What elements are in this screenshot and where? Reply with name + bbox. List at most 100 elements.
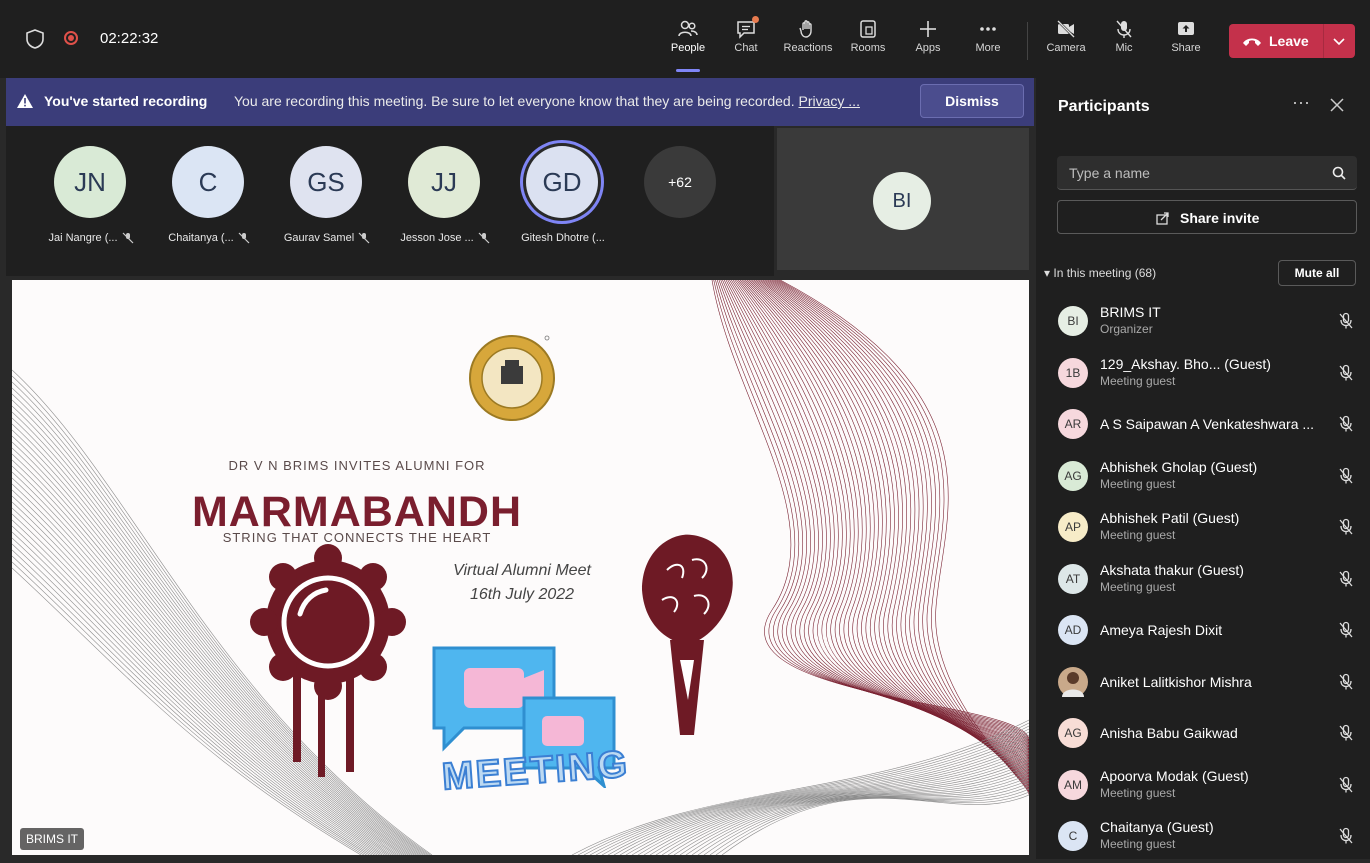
tile-name-text: Gaurav Samel xyxy=(283,232,355,244)
phone-hangup-icon xyxy=(1243,38,1261,46)
top-toolbar: 02:22:32 People Chat Reactions Rooms App… xyxy=(0,0,1370,78)
rooms-icon xyxy=(860,20,876,38)
participant-name: Apoorva Modak (Guest) xyxy=(1100,767,1249,784)
participant-row[interactable]: AM Apoorva Modak (Guest) Meeting guest xyxy=(1036,760,1370,812)
camera-label: Camera xyxy=(1046,42,1086,54)
search-placeholder: Type a name xyxy=(1069,165,1150,181)
leave-button[interactable]: Leave xyxy=(1229,24,1355,58)
participant-tile[interactable]: GS Gaurav Samel xyxy=(268,126,386,276)
wave-line xyxy=(766,280,1029,784)
reactions-button[interactable]: Reactions xyxy=(782,12,834,70)
people-button[interactable]: People xyxy=(662,12,714,72)
more-button[interactable]: More xyxy=(962,12,1014,70)
avatar: AT xyxy=(1058,563,1088,594)
meeting-timer: 02:22:32 xyxy=(100,30,159,47)
wave-line xyxy=(643,755,1029,855)
participant-row[interactable]: AG Anisha Babu Gaikwad xyxy=(1036,708,1370,760)
warning-icon xyxy=(17,94,33,108)
banner-title: You've started recording xyxy=(44,93,208,109)
rooms-button[interactable]: Rooms xyxy=(842,12,894,70)
recording-indicator-icon xyxy=(64,31,78,45)
caret-down-icon: ▾ xyxy=(1044,266,1054,280)
chat-notification-dot xyxy=(752,16,759,23)
participant-name: Abhishek Patil (Guest) xyxy=(1100,510,1240,526)
apps-label: Apps xyxy=(915,42,941,54)
avatar: BI xyxy=(1058,306,1088,336)
participant-name: Abhishek Gholap (Guest) xyxy=(1100,458,1258,475)
mic-off-icon xyxy=(1338,364,1354,387)
participant-tile[interactable]: JN Jai Nangre (... xyxy=(32,126,150,276)
mute-all-button[interactable]: Mute all xyxy=(1278,260,1356,286)
participant-name: Aniket Lalitkishor Mishra xyxy=(1100,673,1252,690)
avatar: JJ xyxy=(408,146,480,218)
avatar: JN xyxy=(54,146,126,218)
more-label: More xyxy=(975,42,1001,54)
participant-name: Ameya Rajesh Dixit xyxy=(1100,622,1223,638)
participant-row[interactable]: BI BRIMS IT Organizer xyxy=(1036,296,1370,348)
camera-button[interactable]: Camera xyxy=(1040,12,1092,70)
participant-tile[interactable]: C Chaitanya (... xyxy=(150,126,268,276)
participant-row[interactable]: AR A S Saipawan A Venkateshwara ... xyxy=(1036,399,1370,451)
participant-row[interactable]: AT Akshata thakur (Guest) Meeting guest xyxy=(1036,554,1370,606)
camera-off-icon xyxy=(1057,20,1075,38)
participant-row[interactable]: 1B 129_Akshay. Bho... (Guest) Meeting gues… xyxy=(1036,348,1370,400)
mic-off-icon xyxy=(1338,621,1354,644)
presenter-video-tile[interactable]: BI xyxy=(777,128,1029,270)
participant-row[interactable]: AP Abhishek Patil (Guest) Meeting guest xyxy=(1036,502,1370,554)
avatar: C xyxy=(172,146,244,218)
tile-name: Jai Nangre (... xyxy=(32,232,150,244)
event-type: Virtual Alumni Meet xyxy=(453,562,591,579)
participant-tile[interactable]: JJ Jesson Jose ... xyxy=(386,126,504,276)
mic-off-icon xyxy=(1116,20,1132,38)
more-count: +62 xyxy=(644,146,716,218)
leave-divider xyxy=(1323,24,1324,58)
search-icon xyxy=(1332,166,1346,180)
share-button[interactable]: Share xyxy=(1160,12,1212,70)
tile-name: Jesson Jose ... xyxy=(386,232,504,244)
privacy-link[interactable]: Privacy ... xyxy=(799,93,860,109)
chat-button[interactable]: Chat xyxy=(720,12,772,70)
participant-role: Meeting guest xyxy=(1100,476,1176,491)
event-date: 16th July 2022 xyxy=(469,586,575,603)
panel-more-icon[interactable]: ··· xyxy=(1292,92,1310,113)
in-meeting-section-toggle[interactable]: ▾ In this meeting (68) xyxy=(1044,266,1156,280)
share-arrow-icon xyxy=(1156,212,1169,225)
chat-label: Chat xyxy=(734,42,758,54)
participant-row[interactable]: AD Ameya Rajesh Dixit xyxy=(1036,605,1370,657)
wave-line xyxy=(713,280,1029,742)
participant-name: BRIMS IT xyxy=(1100,304,1161,320)
participant-role: Meeting guest xyxy=(1100,373,1176,388)
dismiss-button[interactable]: Dismiss xyxy=(920,84,1024,118)
college-logo xyxy=(469,335,555,421)
plus-icon xyxy=(920,21,936,37)
wave-line xyxy=(729,280,1029,755)
participant-row[interactable]: C Chaitanya (Guest) Meeting guest xyxy=(1036,811,1370,863)
avatar: AM xyxy=(1058,769,1088,800)
rooms-label: Rooms xyxy=(850,42,886,54)
avatar: AR xyxy=(1058,409,1088,439)
participant-row[interactable]: Aniket Lalitkishor Mishra xyxy=(1036,657,1370,709)
chevron-down-icon[interactable] xyxy=(1331,33,1347,49)
more-participants-tile[interactable]: +62 xyxy=(622,126,740,276)
avatar: C xyxy=(1058,821,1088,851)
mic-off-icon xyxy=(1338,570,1354,593)
close-icon[interactable] xyxy=(1330,98,1344,112)
participant-name: Akshata thakur (Guest) xyxy=(1100,561,1244,578)
participant-tile[interactable]: GD Gitesh Dhotre (... xyxy=(504,126,622,276)
participant-list: BI BRIMS IT Organizer 1B 129_Akshay. Bho... … xyxy=(1036,296,1370,863)
share-invite-button[interactable]: Share invite xyxy=(1057,200,1357,234)
mic-off-icon xyxy=(358,232,370,244)
participant-role: Meeting guest xyxy=(1100,785,1176,800)
tile-name-text: Chaitanya (... xyxy=(168,232,234,244)
apps-button[interactable]: Apps xyxy=(902,12,954,70)
shield-icon[interactable] xyxy=(24,28,46,50)
wave-line xyxy=(762,280,1029,781)
mic-off-icon xyxy=(238,232,250,244)
reactions-label: Reactions xyxy=(783,42,833,54)
presenter-name-tag: BRIMS IT xyxy=(20,828,85,850)
mic-button[interactable]: Mic xyxy=(1098,12,1150,70)
more-icon xyxy=(980,27,996,31)
shared-screen: DR V N BRIMS INVITES ALUMNI FOR MARMABAN… xyxy=(12,280,1029,855)
participant-row[interactable]: AG Abhishek Gholap (Guest) Meeting guest xyxy=(1036,451,1370,503)
search-input[interactable]: Type a name xyxy=(1057,156,1357,190)
